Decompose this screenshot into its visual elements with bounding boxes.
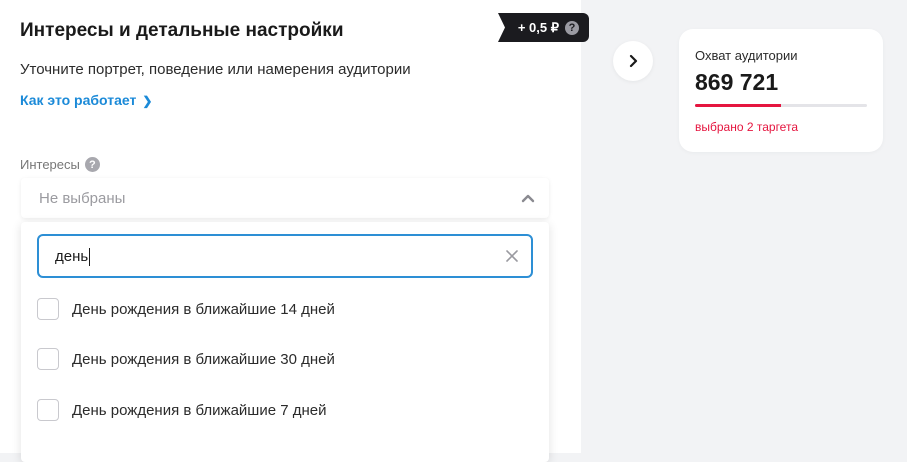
checkbox[interactable] (37, 298, 59, 320)
select-value: Не выбраны (39, 190, 126, 207)
search-input-value[interactable]: день (55, 248, 91, 266)
chevron-right-icon (629, 54, 638, 68)
checkbox[interactable] (37, 348, 59, 370)
reach-value: 869 721 (695, 69, 779, 95)
interests-help-icon[interactable]: ? (84, 157, 100, 172)
interests-select[interactable]: Не выбраны (21, 178, 549, 218)
option-label[interactable]: День рождения в ближайшие 30 дней (72, 351, 335, 368)
option-birthday-30[interactable]: День рождения в ближайшие 30 дней (37, 347, 335, 371)
price-value: + 0,5 ₽ (517, 19, 559, 35)
interests-dropdown: день День рождения в ближайшие 14 дней Д… (21, 222, 549, 462)
next-button[interactable] (613, 41, 653, 81)
how-it-works-link[interactable]: Как это работает ❯ (20, 92, 152, 108)
option-label[interactable]: День рождения в ближайшие 14 дней (72, 301, 335, 318)
price-help-icon[interactable]: ? (565, 20, 579, 35)
chevron-right-icon: ❯ (142, 94, 153, 108)
chevron-up-icon[interactable] (521, 191, 535, 205)
interests-label: Интересы ? (20, 157, 100, 172)
reach-progress-bar (695, 104, 867, 107)
option-birthday-7[interactable]: День рождения в ближайшие 7 дней (37, 398, 327, 422)
interests-label-text: Интересы (20, 157, 80, 172)
interests-search-input[interactable]: день (37, 234, 533, 278)
section-subtitle: Уточните портрет, поведение или намерени… (20, 61, 411, 78)
targeting-panel: Интересы и детальные настройки + 0,5 ₽ ?… (0, 0, 589, 462)
reach-title: Охват аудитории (695, 48, 798, 63)
close-icon[interactable] (505, 249, 519, 263)
reach-progress-fill (695, 104, 781, 107)
how-it-works-label[interactable]: Как это работает (20, 92, 136, 108)
checkbox[interactable] (37, 399, 59, 421)
option-label[interactable]: День рождения в ближайшие 7 дней (72, 402, 327, 419)
option-birthday-14[interactable]: День рождения в ближайшие 14 дней (37, 297, 335, 321)
reach-note: выбрано 2 таргета (695, 120, 798, 134)
price-badge: + 0,5 ₽ ? (498, 13, 589, 42)
section-title: Интересы и детальные настройки (20, 20, 344, 41)
audience-reach-card: Охват аудитории 869 721 выбрано 2 таргет… (679, 29, 883, 152)
